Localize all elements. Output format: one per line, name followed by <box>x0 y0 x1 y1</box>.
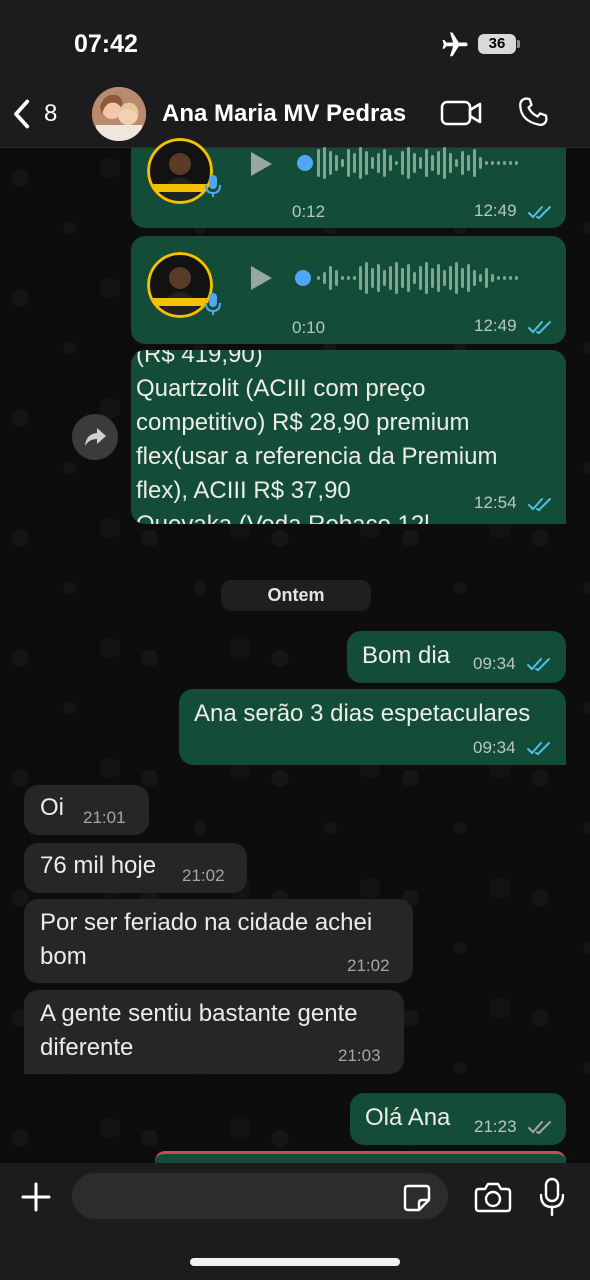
incoming-message[interactable]: 76 mil hoje 21:02 <box>24 843 247 893</box>
outgoing-message[interactable]: Ana serão 3 dias espetaculares 09:34 <box>179 689 566 765</box>
forward-arrow-icon <box>85 428 106 446</box>
contact-name[interactable]: Ana Maria MV Pedras <box>162 100 406 128</box>
long-text-message-bubble[interactable]: (R$ 419,90) Quartzolit (ACIII com preço … <box>131 350 566 524</box>
phone-icon[interactable] <box>516 95 550 129</box>
message-time: 12:49 <box>474 316 517 335</box>
play-icon[interactable] <box>248 150 274 178</box>
audio-waveform[interactable] <box>315 145 545 181</box>
status-time: 07:42 <box>74 30 138 58</box>
message-text: 76 mil hoje <box>40 852 157 879</box>
message-time: 21:23 <box>474 1117 517 1136</box>
message-text: Oi <box>40 794 64 821</box>
voice-duration: 0:10 <box>292 318 326 337</box>
plus-icon[interactable] <box>20 1181 52 1213</box>
back-button[interactable]: 8 <box>10 92 70 136</box>
voice-sender-avatar <box>147 138 213 204</box>
read-ticks-icon <box>528 498 551 512</box>
avatar-photo <box>92 87 146 141</box>
voice-duration: 0:12 <box>292 202 326 221</box>
incoming-message[interactable]: A gente sentiu bastante gente diferente … <box>24 990 404 1074</box>
message-time: 12:49 <box>474 201 517 220</box>
delivered-ticks-icon <box>528 1121 551 1135</box>
status-bar: 07:42 36 <box>0 0 590 80</box>
message-time: 12:54 <box>474 493 517 512</box>
microphone-icon <box>205 293 221 315</box>
message-time: 09:34 <box>473 738 516 757</box>
avatar-ring <box>147 138 213 204</box>
message-time: 21:01 <box>83 808 126 827</box>
message-time: 09:34 <box>473 654 516 673</box>
avatar-ring <box>147 252 213 318</box>
read-ticks-icon <box>528 206 551 220</box>
airplane-mode-icon <box>442 32 468 57</box>
voice-sender-avatar <box>147 252 213 318</box>
message-text-line: Quartzolit (ACIII com preço <box>136 375 426 402</box>
message-text-line: flex(usar a referencia da Premium <box>136 443 498 470</box>
camera-icon[interactable] <box>474 1181 512 1213</box>
message-text-line: (R$ 419,90) <box>136 350 263 368</box>
battery-tip <box>517 40 520 48</box>
message-text-line: bom <box>40 943 87 970</box>
message-text-line: A gente sentiu bastante gente <box>40 1000 358 1027</box>
read-ticks-icon <box>528 321 551 335</box>
unread-count: 8 <box>44 100 58 127</box>
forward-button[interactable] <box>72 414 118 460</box>
home-indicator[interactable] <box>190 1258 400 1266</box>
incoming-message[interactable]: Oi 21:01 <box>24 785 149 835</box>
audio-waveform[interactable] <box>315 260 545 296</box>
message-text-line: flex), ACIII R$ 37,90 <box>136 477 351 504</box>
voice-message-bubble[interactable]: 0:10 12:49 <box>131 236 566 344</box>
sticker-icon[interactable] <box>402 1183 432 1213</box>
read-ticks-icon <box>527 742 550 756</box>
voice-message-bubble[interactable]: 0:12 12:49 <box>131 138 566 228</box>
message-time: 21:02 <box>182 866 225 885</box>
outgoing-message[interactable]: Olá Ana 21:23 <box>350 1093 566 1145</box>
message-time: 21:02 <box>347 956 390 975</box>
play-icon[interactable] <box>248 264 274 292</box>
message-text-line: Por ser feriado na cidade achei <box>40 909 373 936</box>
outgoing-message[interactable]: Bom dia 09:34 <box>347 631 566 683</box>
chevron-left-icon <box>14 99 30 129</box>
message-text: Bom dia <box>362 642 451 669</box>
read-ticks-icon <box>527 658 550 672</box>
message-text: Olá Ana <box>365 1104 451 1131</box>
playback-position-dot[interactable] <box>297 155 313 171</box>
chat-header: 8 Ana Maria MV Pedras <box>0 80 590 148</box>
battery-indicator: 36 <box>478 34 520 54</box>
incoming-message[interactable]: Por ser feriado na cidade achei bom 21:0… <box>24 899 413 983</box>
microphone-icon <box>205 175 221 197</box>
message-text: Ana serão 3 dias espetaculares <box>194 700 531 727</box>
contact-avatar[interactable] <box>92 87 146 141</box>
message-text-line: competitivo) R$ 28,90 premium <box>136 409 470 436</box>
video-camera-icon[interactable] <box>440 98 482 128</box>
playback-position-dot[interactable] <box>295 270 311 286</box>
message-time: 21:03 <box>338 1046 381 1065</box>
message-text-line: diferente <box>40 1034 134 1061</box>
message-input[interactable] <box>72 1173 448 1219</box>
message-text-line: Quevaka (Veda Rebaco 12l <box>136 508 430 524</box>
date-separator: Ontem <box>221 580 371 611</box>
battery-level: 36 <box>478 34 516 54</box>
microphone-icon[interactable] <box>538 1177 566 1217</box>
